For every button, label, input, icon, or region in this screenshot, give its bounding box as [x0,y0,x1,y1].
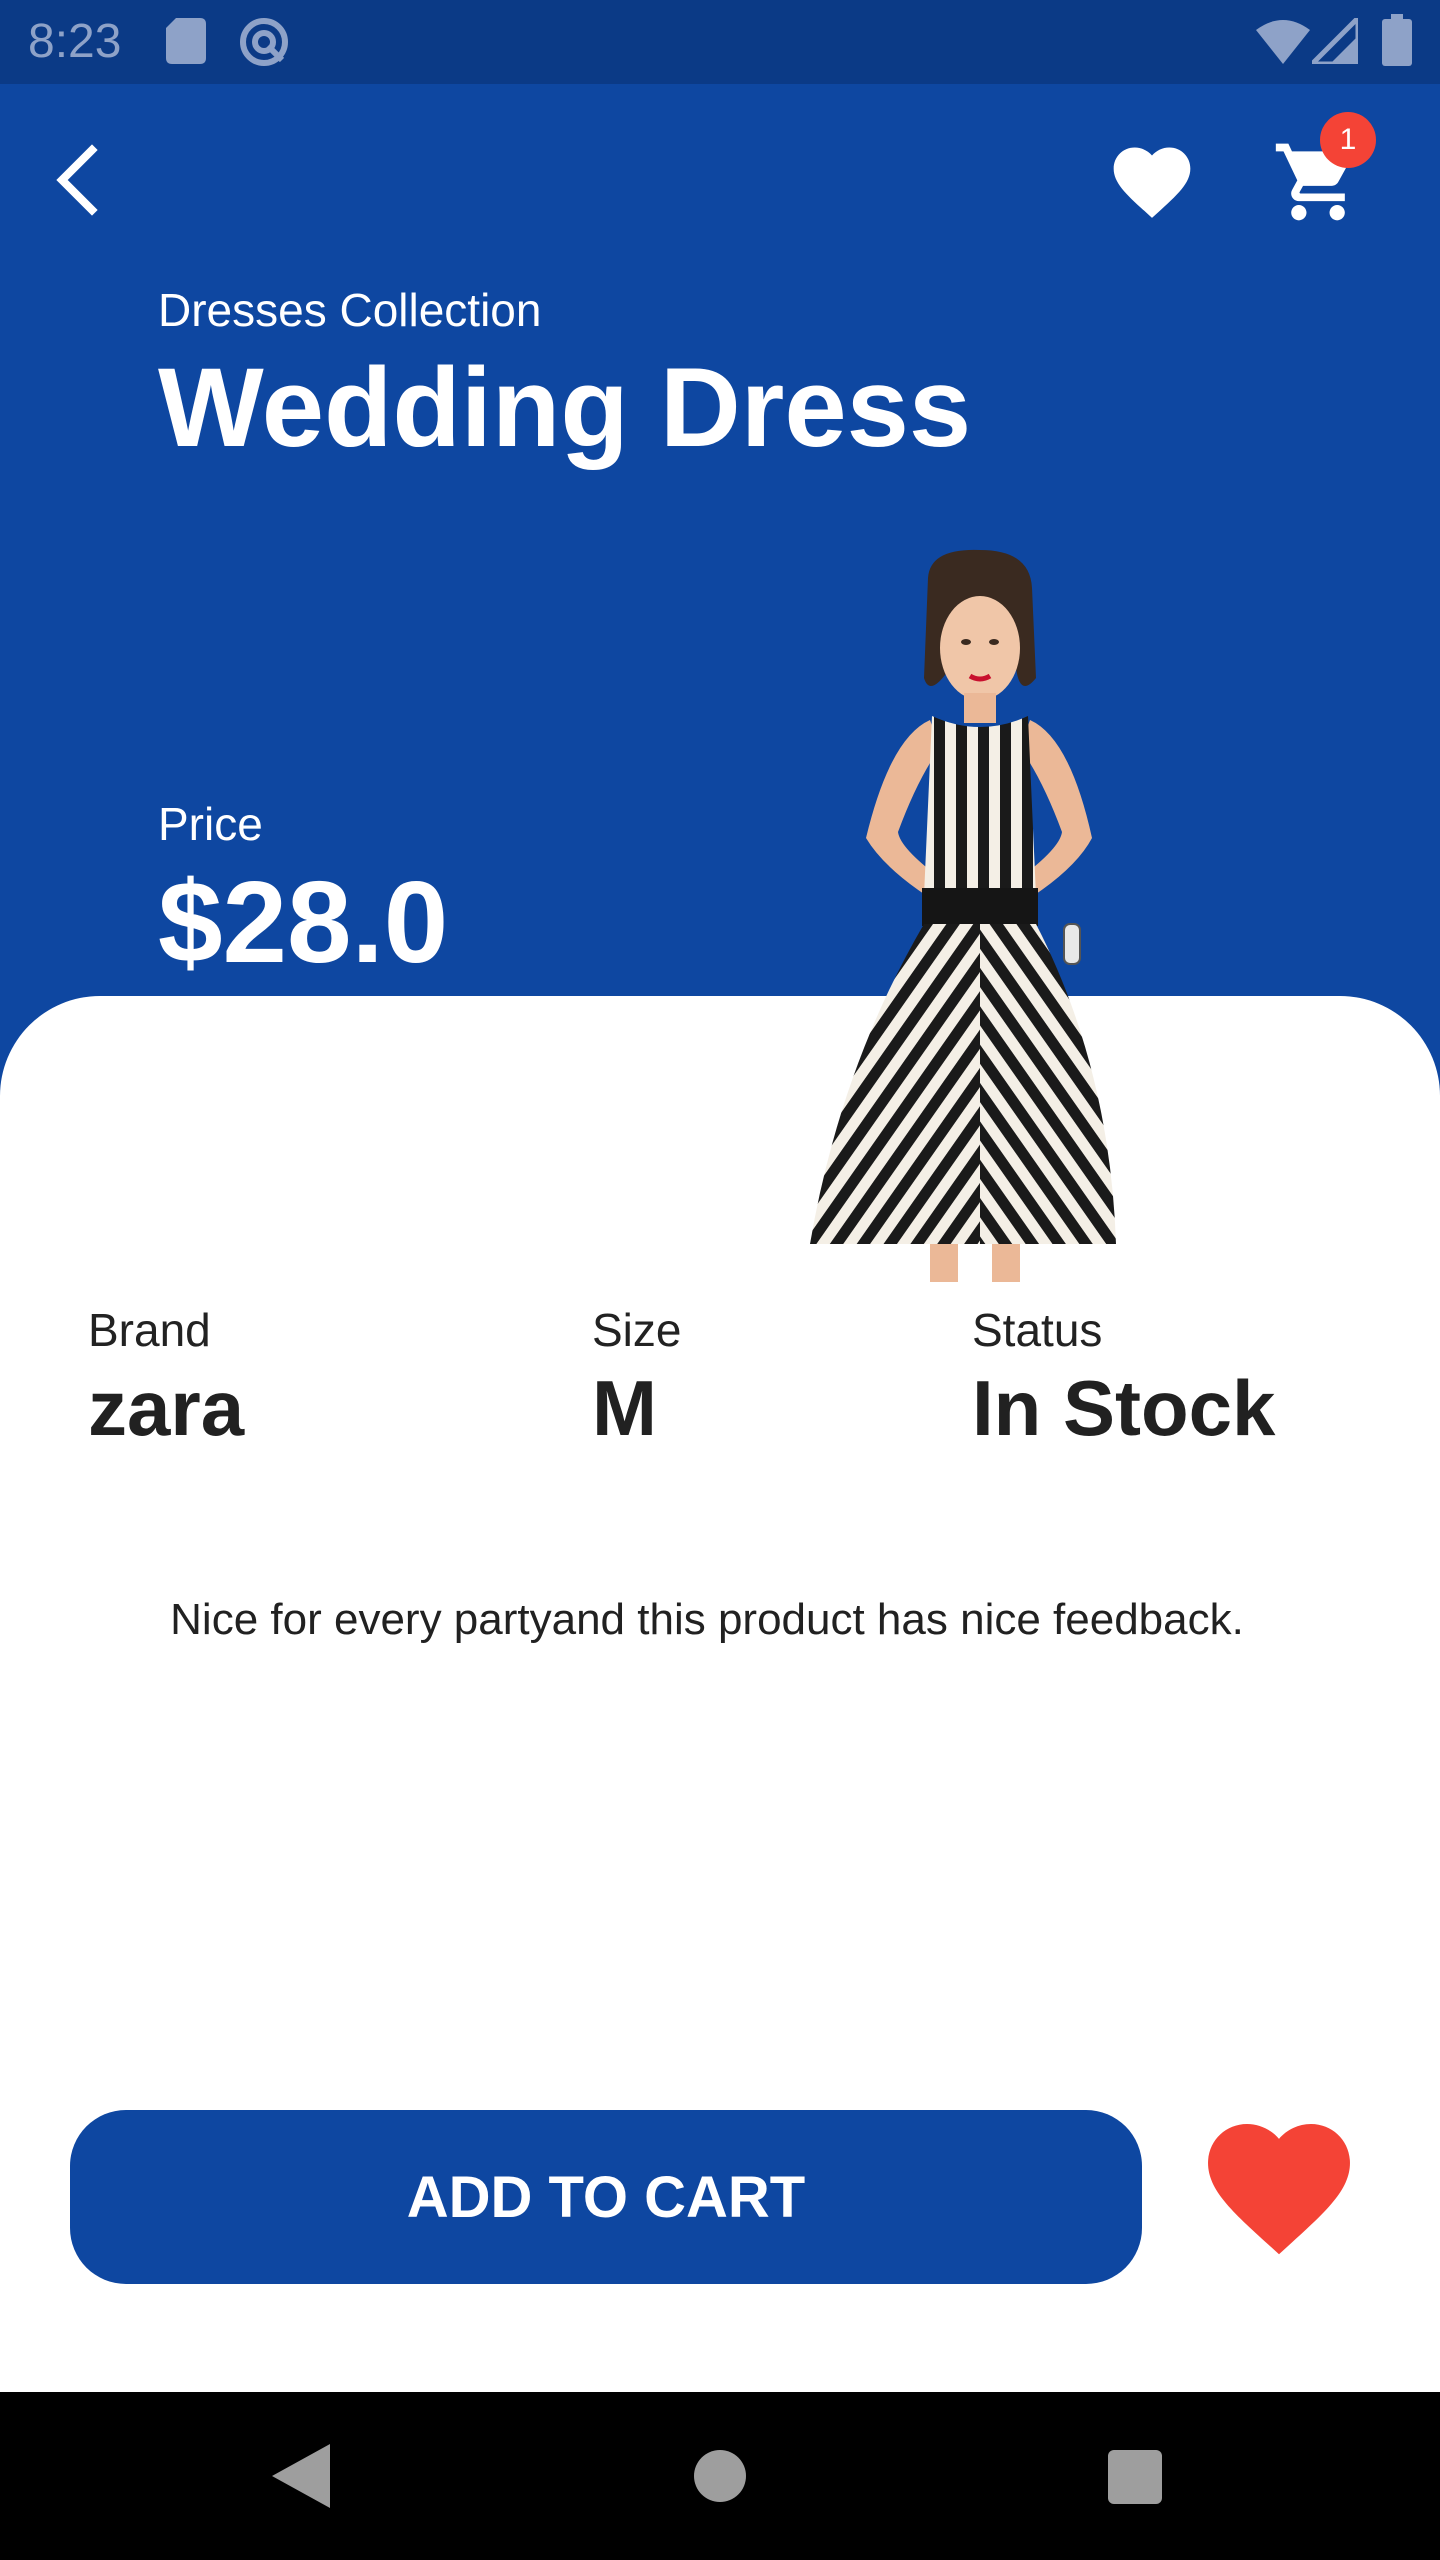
wifi-icon [1256,20,1310,64]
nav-recents-icon[interactable] [1108,2450,1162,2504]
product-image [810,549,1116,1282]
size-value: M [592,1364,657,1452]
back-arrow-icon[interactable] [40,140,120,220]
brand-label: Brand [88,1304,211,1356]
signal-icon [1312,18,1358,64]
product-title: Wedding Dress [158,345,972,470]
status-label: Status [972,1304,1103,1356]
sync-icon [240,18,288,66]
size-label: Size [592,1304,682,1356]
collection-subtitle: Dresses Collection [158,284,542,336]
nav-home-icon[interactable] [694,2450,746,2502]
status-time: 8:23 [28,15,122,68]
product-description: Nice for every partyand this product has… [170,1595,1244,1644]
price-label: Price [158,798,263,850]
sd-card-icon [166,18,206,64]
nav-back-icon[interactable] [272,2444,332,2508]
cart-count-badge: 1 [1320,112,1376,168]
status-bar [0,0,1440,84]
status-value: In Stock [972,1364,1276,1452]
favorites-heart-icon[interactable] [1106,136,1198,228]
brand-value: zara [88,1364,245,1452]
price-value: $28.0 [158,857,449,987]
battery-icon [1382,14,1412,66]
add-to-cart-button[interactable]: ADD TO CART [70,2110,1142,2284]
favorite-heart-icon[interactable] [1208,2124,1350,2256]
